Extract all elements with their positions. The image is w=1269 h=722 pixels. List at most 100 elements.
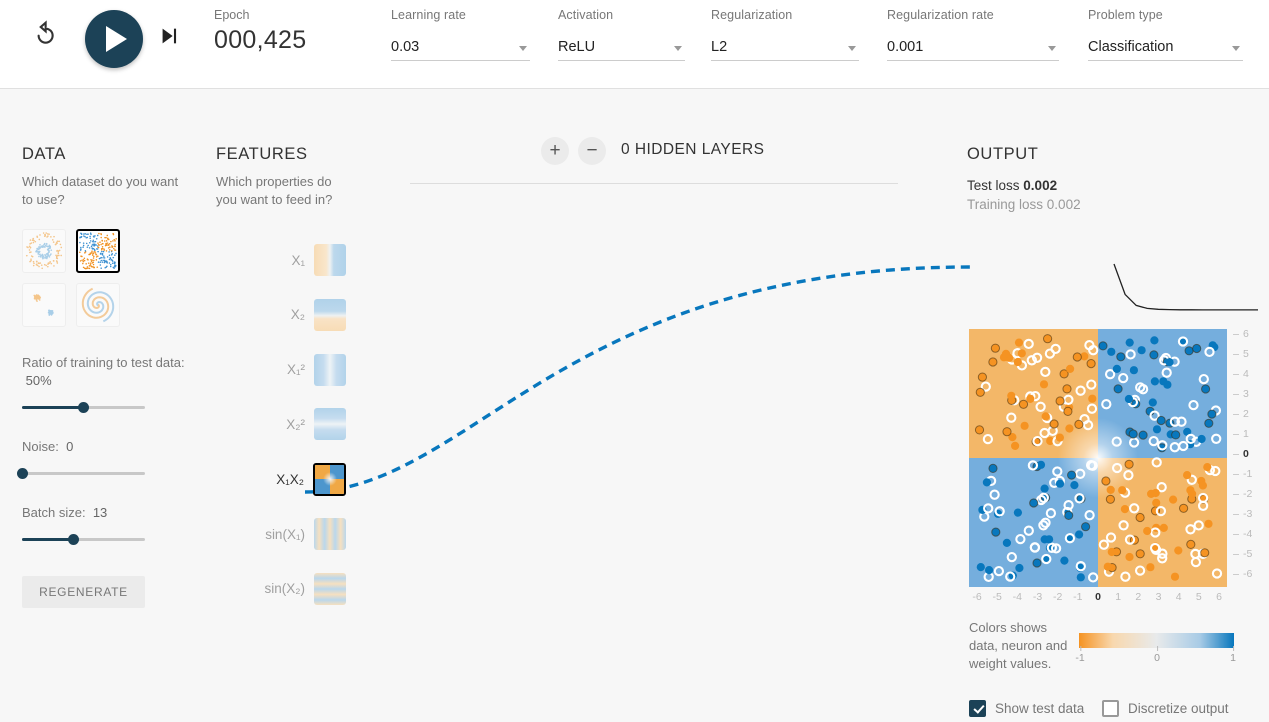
learning-rate-value: 0.03 <box>391 39 420 55</box>
remove-layer-button[interactable]: − <box>578 137 606 165</box>
add-layer-button[interactable]: + <box>541 137 569 165</box>
feature-x2sq[interactable]: X₂² <box>216 407 346 441</box>
step-forward-icon[interactable] <box>158 25 180 47</box>
output-heatmap-wrap <box>969 329 1227 587</box>
output-column: OUTPUT Test loss 0.002 Training loss 0.0… <box>967 145 1258 717</box>
x-tick: -1 <box>1073 591 1083 603</box>
heatmap-x-axis: -6 -5 -4 -3 -2 -1 0 1 2 3 4 5 6 <box>969 591 1227 609</box>
learning-rate-select[interactable]: 0.03 <box>391 36 530 61</box>
regularization-rate-label: Regularization rate <box>887 8 994 22</box>
discretize-output-checkbox[interactable]: Discretize output <box>1102 700 1229 717</box>
y-tick: 2 <box>1233 408 1249 420</box>
ratio-slider-knob[interactable] <box>78 401 89 413</box>
feature-sinx2[interactable]: sin(X₂) <box>216 572 346 606</box>
legend-tick-max: 1 <box>1230 646 1236 664</box>
feature-x1sq-thumbnail[interactable] <box>314 353 346 386</box>
feature-x1[interactable]: X₁ <box>216 243 346 277</box>
feature-x2-thumbnail[interactable] <box>314 298 346 331</box>
regenerate-button[interactable]: REGENERATE <box>22 576 145 608</box>
x-tick: 6 <box>1216 591 1222 603</box>
learning-rate-label: Learning rate <box>391 8 466 22</box>
feature-x1sq-label: X₁² <box>286 362 305 378</box>
feature-sinx1-thumbnail[interactable] <box>314 518 346 550</box>
feature-x2[interactable]: X₂ <box>216 298 346 332</box>
hidden-layers-label: 0 HIDDEN LAYERS <box>621 141 765 158</box>
feature-sinx2-thumbnail[interactable] <box>314 572 346 605</box>
y-tick: -2 <box>1232 488 1253 500</box>
loss-curve-chart <box>1102 260 1262 315</box>
noise-slider[interactable] <box>16 466 145 480</box>
feature-x1x2-thumbnail[interactable] <box>313 462 346 496</box>
dataset-spiral[interactable] <box>76 283 120 327</box>
feature-sinx2-label: sin(X₂) <box>264 581 306 597</box>
feature-sinx1-label: sin(X₁) <box>265 526 305 542</box>
dataset-gaussian[interactable] <box>22 283 66 327</box>
checkbox-icon-unchecked <box>1102 700 1119 717</box>
ratio-slider-fill <box>22 406 84 409</box>
y-tick: -3 <box>1232 508 1253 520</box>
features-column: FEATURES Which properties do you want to… <box>216 145 346 605</box>
show-test-data-checkbox[interactable]: Show test data <box>969 700 1084 717</box>
batch-value: 13 <box>92 505 108 520</box>
problem-type-value: Classification <box>1088 39 1174 55</box>
feature-x1sq[interactable]: X₁² <box>216 353 346 387</box>
learning-rate-control: Learning rate 0.03 <box>391 8 530 61</box>
feature-sinx1[interactable]: sin(X₁) <box>216 517 346 551</box>
training-loss-label: Training loss <box>967 197 1044 212</box>
chevron-down-icon <box>674 46 682 51</box>
x-tick: -6 <box>972 591 982 603</box>
ratio-slider-group: Ratio of training to test data: 50% <box>22 354 192 414</box>
chevron-down-icon <box>1232 46 1240 51</box>
discretize-output-label: Discretize output <box>1128 701 1229 716</box>
batch-label-text: Batch size: <box>22 505 86 520</box>
batch-slider-fill <box>22 538 74 541</box>
batch-slider[interactable] <box>22 532 145 546</box>
noise-slider-group: Noise: 0 <box>16 438 192 480</box>
noise-label: Noise: 0 <box>22 438 192 456</box>
feature-x1-thumbnail[interactable] <box>314 244 346 276</box>
show-test-data-label: Show test data <box>995 701 1085 716</box>
x-tick: -2 <box>1052 591 1063 603</box>
batch-slider-knob[interactable] <box>68 533 80 545</box>
activation-control: Activation ReLU <box>558 8 685 61</box>
epoch-label: Epoch <box>214 8 250 22</box>
dataset-xor[interactable] <box>76 229 120 273</box>
ratio-value: 50% <box>25 373 52 388</box>
regularization-rate-select[interactable]: 0.001 <box>887 36 1059 61</box>
ratio-slider[interactable] <box>22 400 145 414</box>
checkbox-icon-checked <box>969 700 986 717</box>
play-button[interactable] <box>85 10 143 68</box>
x-tick: 2 <box>1135 591 1142 603</box>
test-loss-value: 0.002 <box>1023 178 1058 193</box>
y-tick: 4 <box>1233 368 1249 380</box>
noise-slider-knob[interactable] <box>16 467 28 479</box>
output-heatmap[interactable] <box>969 329 1227 587</box>
top-toolbar: Epoch 000,425 Learning rate 0.03 Activat… <box>0 0 1269 89</box>
y-tick: 6 <box>1233 328 1249 340</box>
x-tick: -5 <box>992 591 1002 603</box>
regularization-value: L2 <box>711 39 728 55</box>
regularization-label: Regularization <box>711 8 793 22</box>
dataset-circle[interactable] <box>22 229 66 273</box>
x-tick: -3 <box>1032 591 1043 603</box>
activation-select[interactable]: ReLU <box>558 36 685 61</box>
training-loss: Training loss 0.002 <box>967 195 1257 214</box>
noise-label-text: Noise: <box>22 439 59 454</box>
reset-icon[interactable] <box>30 20 60 50</box>
regularization-select[interactable]: L2 <box>711 36 859 61</box>
feature-x2-label: X₂ <box>290 307 305 323</box>
data-column: DATA Which dataset do you want to use? R… <box>16 145 192 608</box>
problem-type-select[interactable]: Classification <box>1088 36 1243 61</box>
feature-x1x2[interactable]: X₁X₂ <box>216 462 346 496</box>
hidden-layers-control: + − 0 HIDDEN LAYERS <box>541 137 941 169</box>
feature-x2sq-thumbnail[interactable] <box>314 408 346 441</box>
legend-description: Colors shows data, neuron and weight val… <box>969 620 1068 671</box>
x-tick: 3 <box>1155 591 1162 603</box>
epoch-value: 000,425 <box>214 26 307 54</box>
dataset-thumbnails <box>22 229 132 327</box>
y-tick: 3 <box>1233 388 1249 400</box>
heatmap-y-axis: 6 5 4 3 2 1 0 -1 -2 -3 -4 -5 -6 <box>1229 325 1259 591</box>
feature-x1x2-label: X₁X₂ <box>276 471 304 487</box>
legend-tick-mid: 0 <box>1154 646 1160 664</box>
ratio-label-text: Ratio of training to test data: <box>22 355 185 370</box>
